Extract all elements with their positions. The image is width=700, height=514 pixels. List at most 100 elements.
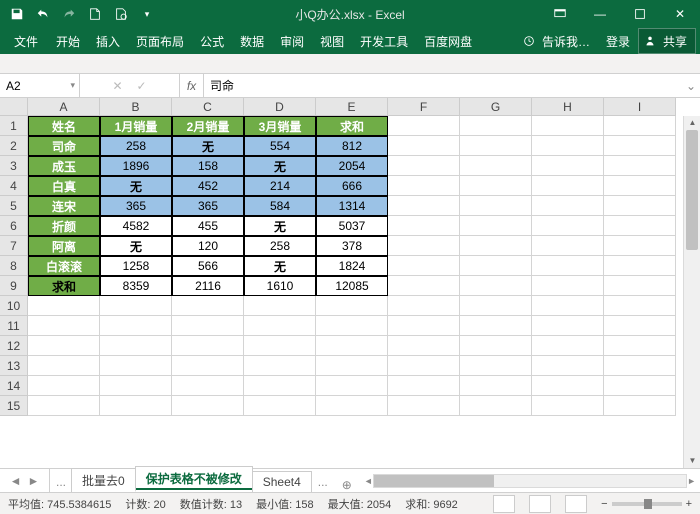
cell[interactable]: 白真 bbox=[28, 176, 100, 196]
spreadsheet-grid[interactable]: ABCDEFGHI 123456789101112131415 姓名1月销量2月… bbox=[0, 98, 700, 468]
cell[interactable]: 1314 bbox=[316, 196, 388, 216]
cell[interactable]: 1月销量 bbox=[100, 116, 172, 136]
cell[interactable] bbox=[460, 256, 532, 276]
cell[interactable] bbox=[604, 276, 676, 296]
row-header[interactable]: 3 bbox=[0, 156, 28, 176]
cell[interactable] bbox=[172, 336, 244, 356]
cell[interactable] bbox=[604, 336, 676, 356]
vertical-scrollbar[interactable]: ▲ ▼ bbox=[683, 116, 700, 468]
row-header[interactable]: 2 bbox=[0, 136, 28, 156]
cell[interactable] bbox=[316, 336, 388, 356]
cell[interactable]: 白滚滚 bbox=[28, 256, 100, 276]
cell[interactable] bbox=[244, 396, 316, 416]
cell[interactable] bbox=[316, 356, 388, 376]
cell[interactable] bbox=[244, 296, 316, 316]
zoom-control[interactable]: − + bbox=[601, 498, 692, 510]
row-header[interactable]: 9 bbox=[0, 276, 28, 296]
cell[interactable]: 566 bbox=[172, 256, 244, 276]
cell[interactable]: 无 bbox=[172, 136, 244, 156]
cell[interactable]: 258 bbox=[100, 136, 172, 156]
cell[interactable]: 1610 bbox=[244, 276, 316, 296]
cell[interactable]: 无 bbox=[244, 216, 316, 236]
column-header[interactable]: D bbox=[244, 98, 316, 116]
cell[interactable] bbox=[460, 276, 532, 296]
cell[interactable]: 1258 bbox=[100, 256, 172, 276]
cell[interactable] bbox=[460, 136, 532, 156]
cell[interactable] bbox=[604, 376, 676, 396]
fx-icon[interactable]: fx bbox=[180, 74, 204, 97]
column-header[interactable]: H bbox=[532, 98, 604, 116]
column-header[interactable]: E bbox=[316, 98, 388, 116]
cell[interactable] bbox=[100, 296, 172, 316]
cell[interactable] bbox=[460, 336, 532, 356]
cell[interactable] bbox=[604, 216, 676, 236]
cell[interactable] bbox=[460, 316, 532, 336]
row-header[interactable]: 4 bbox=[0, 176, 28, 196]
cell[interactable] bbox=[604, 396, 676, 416]
tab-developer[interactable]: 开发工具 bbox=[352, 28, 416, 54]
tab-insert[interactable]: 插入 bbox=[88, 28, 128, 54]
cell[interactable]: 812 bbox=[316, 136, 388, 156]
cell[interactable] bbox=[388, 196, 460, 216]
cell[interactable] bbox=[604, 156, 676, 176]
cell[interactable] bbox=[604, 356, 676, 376]
cell[interactable] bbox=[172, 356, 244, 376]
page-break-view-icon[interactable] bbox=[565, 495, 587, 513]
cell[interactable]: 折颜 bbox=[28, 216, 100, 236]
hscroll-thumb[interactable] bbox=[374, 475, 494, 487]
column-headers[interactable]: ABCDEFGHI bbox=[28, 98, 676, 116]
cell[interactable]: 365 bbox=[172, 196, 244, 216]
cells[interactable]: 姓名1月销量2月销量3月销量求和司命258无554812成玉1896158无20… bbox=[28, 116, 676, 416]
cell[interactable]: 1896 bbox=[100, 156, 172, 176]
cell[interactable]: 584 bbox=[244, 196, 316, 216]
cell[interactable] bbox=[604, 236, 676, 256]
cell[interactable] bbox=[100, 376, 172, 396]
cell[interactable]: 4582 bbox=[100, 216, 172, 236]
column-header[interactable]: I bbox=[604, 98, 676, 116]
column-header[interactable]: F bbox=[388, 98, 460, 116]
cell[interactable] bbox=[316, 296, 388, 316]
tab-baidu[interactable]: 百度网盘 bbox=[416, 28, 480, 54]
minimize-icon[interactable]: — bbox=[580, 0, 620, 28]
cell[interactable]: 阿离 bbox=[28, 236, 100, 256]
share-button[interactable]: 共享 bbox=[638, 28, 696, 54]
cell[interactable] bbox=[100, 356, 172, 376]
cell[interactable] bbox=[316, 316, 388, 336]
cell[interactable] bbox=[532, 156, 604, 176]
tab-view[interactable]: 视图 bbox=[312, 28, 352, 54]
cell[interactable] bbox=[604, 316, 676, 336]
normal-view-icon[interactable] bbox=[493, 495, 515, 513]
cell[interactable] bbox=[28, 396, 100, 416]
cell[interactable]: 158 bbox=[172, 156, 244, 176]
qat-dropdown-icon[interactable]: ▾ bbox=[136, 3, 158, 25]
cell[interactable] bbox=[532, 216, 604, 236]
tab-layout[interactable]: 页面布局 bbox=[128, 28, 192, 54]
name-box[interactable]: A2 bbox=[0, 74, 80, 97]
signin[interactable]: 登录 bbox=[602, 28, 634, 54]
cell[interactable] bbox=[532, 356, 604, 376]
cell[interactable] bbox=[604, 136, 676, 156]
cell[interactable]: 120 bbox=[172, 236, 244, 256]
cell[interactable] bbox=[604, 196, 676, 216]
cell[interactable]: 455 bbox=[172, 216, 244, 236]
cell[interactable]: 12085 bbox=[316, 276, 388, 296]
cell[interactable] bbox=[388, 156, 460, 176]
cell[interactable]: 666 bbox=[316, 176, 388, 196]
cell[interactable]: 378 bbox=[316, 236, 388, 256]
cell[interactable]: 司命 bbox=[28, 136, 100, 156]
cell[interactable] bbox=[100, 336, 172, 356]
cell[interactable] bbox=[316, 376, 388, 396]
row-header[interactable]: 14 bbox=[0, 376, 28, 396]
row-header[interactable]: 12 bbox=[0, 336, 28, 356]
cell[interactable] bbox=[388, 236, 460, 256]
cell[interactable]: 求和 bbox=[316, 116, 388, 136]
cancel-icon[interactable]: ✕ bbox=[112, 79, 122, 93]
cell[interactable] bbox=[604, 296, 676, 316]
row-headers[interactable]: 123456789101112131415 bbox=[0, 116, 28, 416]
cell[interactable] bbox=[244, 336, 316, 356]
undo-icon[interactable] bbox=[32, 3, 54, 25]
cell[interactable] bbox=[532, 176, 604, 196]
cell[interactable] bbox=[532, 276, 604, 296]
cell[interactable] bbox=[532, 236, 604, 256]
cell[interactable] bbox=[460, 296, 532, 316]
